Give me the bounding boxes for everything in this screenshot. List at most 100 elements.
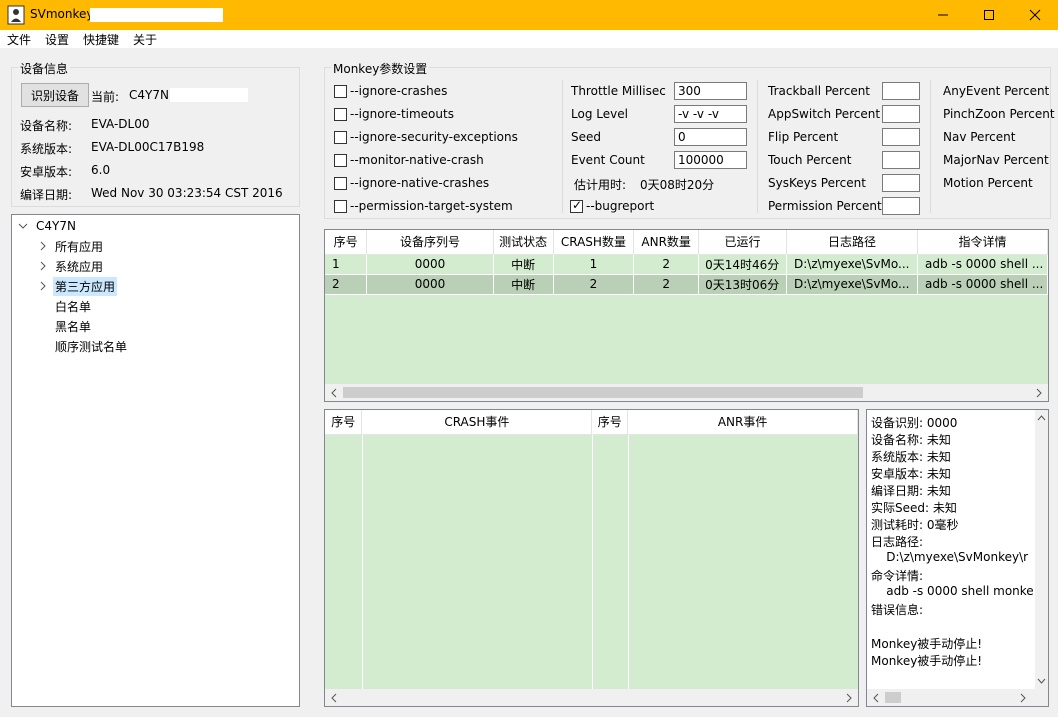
detail-line: 日志路径: [871,535,924,549]
column-header[interactable]: 已运行 [698,230,788,255]
menu-bar: 文件 设置 快捷键 关于 [0,30,1058,48]
flip-percent-input[interactable] [882,128,920,146]
scroll-right-icon[interactable] [1019,693,1027,703]
event-table[interactable]: 序号 CRASH事件 序号 ANR事件 [324,409,859,707]
option-label[interactable]: --ignore-timeouts [350,107,454,121]
trackball-percent-input[interactable] [882,82,920,100]
detail-hscroll[interactable] [867,689,1048,706]
seed-input[interactable]: 0 [674,128,747,146]
tree-item-label: 顺序测试名单 [55,339,128,354]
syskeys-percent-input[interactable] [882,174,920,192]
option-label[interactable]: --ignore-native-crashes [350,176,489,190]
menu-settings[interactable]: 设置 [45,31,69,48]
tree-item-blacklist[interactable]: 黑名单 [55,317,91,335]
appswitch-percent-input[interactable] [882,105,920,123]
app-tree[interactable]: C4Y7N 所有应用 系统应用 第三方应用 白名单 黑名单 顺序测试名单 [11,214,300,707]
menu-about[interactable]: 关于 [133,31,157,48]
scroll-thumb[interactable] [885,692,901,703]
throttle-input[interactable]: 300 [674,82,747,100]
checkbox-ignore-native-crashes[interactable] [334,177,347,190]
checkbox-ignore-security-exceptions[interactable] [334,131,347,144]
nav-percent-label: Nav Percent [943,130,1016,144]
task-table-hscroll[interactable] [325,384,1048,401]
touch-percent-input[interactable] [882,151,920,169]
scroll-left-icon[interactable] [872,693,880,703]
scroll-right-icon[interactable] [1035,388,1043,398]
current-device-value: C4Y7N [129,88,169,102]
maximize-icon [984,10,994,20]
tree-item-whitelist[interactable]: 白名单 [55,297,91,315]
table-cell: 2 [325,274,368,295]
tree-item-system-apps[interactable]: 系统应用 [38,257,103,275]
chevron-right-icon [40,241,46,251]
detail-pane[interactable]: 设备识别: 0000 设备名称: 未知 系统版本: 未知 安卓版本: 未知 编译… [866,409,1049,707]
option-label[interactable]: --monitor-native-crash [350,153,484,167]
tree-item-label: 系统应用 [55,259,104,274]
close-icon [1029,9,1041,21]
table-cell: D:\z\myexe\SvMo... [786,274,918,295]
option-label[interactable]: --permission-target-system [350,199,513,213]
tree-item-all-apps[interactable]: 所有应用 [38,237,103,255]
bugreport-label[interactable]: --bugreport [586,199,654,213]
checkbox-monitor-native-crash[interactable] [334,154,347,167]
system-version-label: 系统版本: [20,142,73,156]
table-row-selected[interactable]: 2 0000 中断 2 2 0天13时06分 D:\z\myexe\SvMo..… [325,274,1048,295]
column-header[interactable]: 序号 [325,230,368,255]
chevron-right-icon [40,261,46,271]
column-header[interactable]: CRASH事件 [361,410,593,435]
column-header[interactable]: 测试状态 [493,230,554,255]
column-header[interactable]: ANR事件 [627,410,858,435]
minimize-button[interactable] [920,0,966,30]
task-table[interactable]: 序号 设备序列号 测试状态 CRASH数量 ANR数量 已运行 日志路径 指令详… [324,229,1049,402]
android-version-value: 6.0 [91,163,111,177]
syskeys-percent-label: SysKeys Percent [768,176,866,190]
scroll-left-icon[interactable] [330,693,338,703]
column-header[interactable]: ANR数量 [633,230,700,255]
menu-shortcuts[interactable]: 快捷键 [83,31,119,48]
checkbox-ignore-crashes[interactable] [334,85,347,98]
event-count-input[interactable]: 100000 [674,151,747,169]
tree-item-sequence-list[interactable]: 顺序测试名单 [55,337,127,355]
checkbox-bugreport[interactable]: ✓ [570,198,583,213]
anyevent-percent-label: AnyEvent Percent [943,84,1050,98]
window-title: SVmonkey [30,7,94,21]
scroll-left-icon[interactable] [330,388,338,398]
flip-percent-label: Flip Percent [768,130,839,144]
tree-item-label: 所有应用 [55,239,104,254]
event-table-hscroll[interactable] [325,689,858,706]
detail-vscroll[interactable] [1035,410,1048,689]
table-row[interactable]: 1 0000 中断 1 2 0天14时46分 D:\z\myexe\SvMo..… [325,254,1048,275]
current-device-label: 当前: [91,90,120,104]
scroll-down-icon[interactable] [1037,678,1046,684]
column-header[interactable]: 日志路径 [786,230,918,255]
column-divider [362,435,363,689]
estimate-label: 估计用时: [574,178,627,192]
monkey-app-icon [7,5,25,25]
column-header[interactable]: 序号 [325,410,363,435]
tree-root[interactable]: C4Y7N [18,217,76,235]
column-header[interactable]: 设备序列号 [366,230,494,255]
option-label[interactable]: --ignore-crashes [350,84,447,98]
menu-file[interactable]: 文件 [7,31,31,48]
scroll-up-icon[interactable] [1037,415,1046,421]
detail-line: adb -s 0000 shell monke [871,584,1034,598]
permission-percent-input[interactable] [882,197,920,215]
checkbox-permission-target-system[interactable] [334,200,347,213]
motion-percent-label: Motion Percent [943,176,1033,190]
column-header[interactable]: 指令详情 [917,230,1048,255]
table-cell: 0000 [366,254,494,275]
column-header[interactable]: 序号 [591,410,629,435]
tree-item-label: 白名单 [55,299,92,314]
scroll-right-icon[interactable] [845,693,853,703]
detail-line: 错误信息: [871,603,924,617]
column-header[interactable]: CRASH数量 [553,230,635,255]
close-button[interactable] [1012,0,1058,30]
log-level-input[interactable]: -v -v -v [674,105,747,123]
scroll-thumb[interactable] [343,387,863,398]
tree-item-third-party-apps[interactable]: 第三方应用 [38,276,118,296]
estimate-value: 0天08时20分 [640,178,715,192]
option-label[interactable]: --ignore-security-exceptions [350,130,518,144]
identify-device-button[interactable]: 识别设备 [21,83,89,107]
checkbox-ignore-timeouts[interactable] [334,108,347,121]
maximize-button[interactable] [966,0,1012,30]
